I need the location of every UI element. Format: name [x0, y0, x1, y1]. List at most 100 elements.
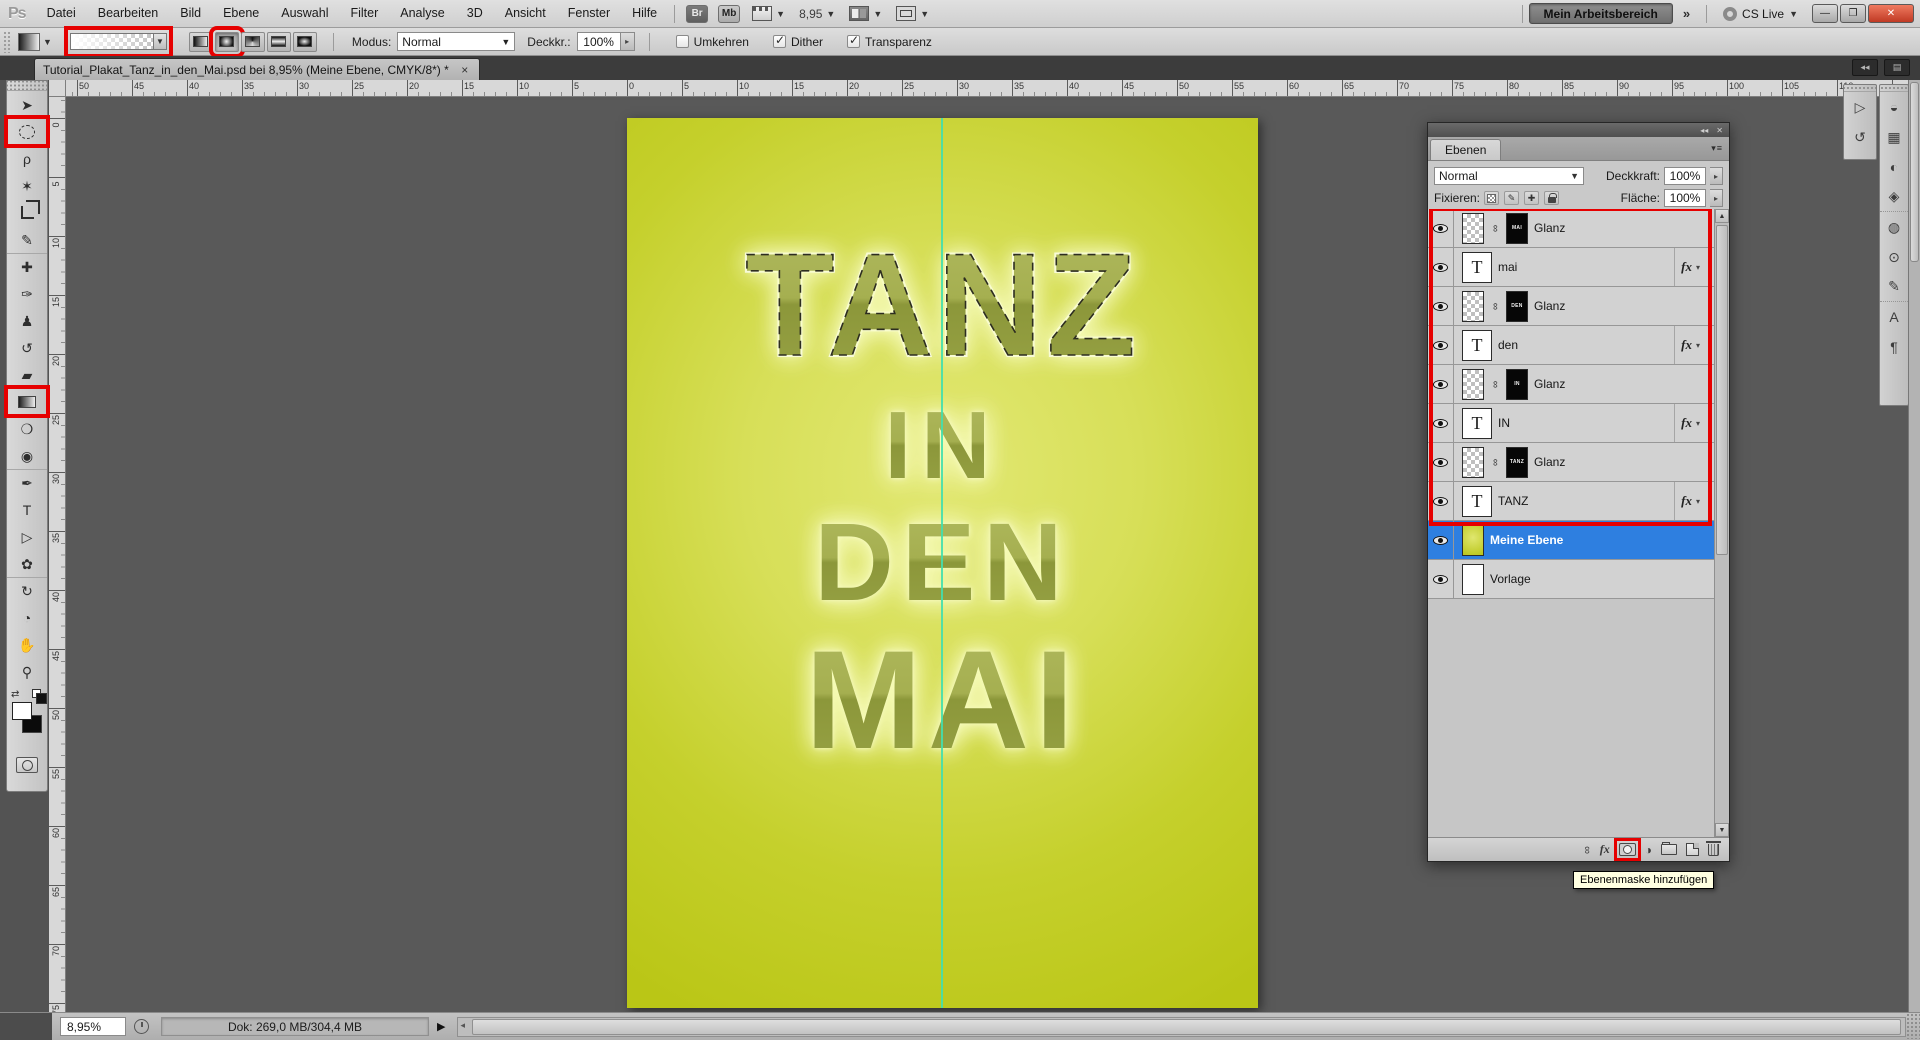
- close-button[interactable]: ✕: [1868, 4, 1914, 23]
- layer-style-indicator[interactable]: fx▾: [1674, 326, 1700, 364]
- workspace-button[interactable]: Mein Arbeitsbereich: [1529, 3, 1673, 24]
- new-group-button[interactable]: [1661, 844, 1677, 855]
- scrollbar-thumb[interactable]: [1910, 82, 1919, 262]
- layer-fill-input[interactable]: 100%: [1664, 189, 1706, 207]
- grip-handle[interactable]: [1844, 85, 1876, 92]
- layer-row-den[interactable]: Tdenfx▾: [1428, 326, 1714, 365]
- elliptical-marquee-tool[interactable]: [7, 118, 47, 145]
- layer-opacity-input[interactable]: 100%: [1664, 167, 1706, 185]
- layer-style-indicator[interactable]: fx▾: [1674, 404, 1700, 442]
- actions-panel-icon[interactable]: ▷: [1844, 92, 1876, 122]
- character-panel-icon[interactable]: A: [1880, 302, 1908, 332]
- layer-style-indicator[interactable]: fx▾: [1674, 248, 1700, 286]
- text-layer-thumbnail[interactable]: T: [1462, 408, 1492, 439]
- layer-row-mai[interactable]: Tmaifx▾: [1428, 248, 1714, 287]
- adjustments-panel-icon[interactable]: ◐: [1880, 152, 1908, 182]
- screen-mode-button[interactable]: ▼: [896, 6, 929, 21]
- quick-selection-tool[interactable]: ✶: [7, 172, 47, 199]
- lasso-tool[interactable]: ρ: [7, 145, 47, 172]
- blend-mode-select[interactable]: Normal ▼: [397, 32, 515, 51]
- link-layers-button[interactable]: ∞: [1578, 846, 1596, 854]
- visibility-toggle[interactable]: [1428, 521, 1454, 559]
- layer-row-glanz[interactable]: ∞MAIGlanz: [1428, 209, 1714, 248]
- tool-preset-picker[interactable]: ▼: [18, 33, 52, 51]
- quick-mask-button[interactable]: [16, 757, 38, 773]
- visibility-toggle[interactable]: [1428, 326, 1454, 364]
- text-layer-thumbnail[interactable]: T: [1462, 486, 1492, 517]
- layer-thumbnail[interactable]: [1462, 525, 1484, 556]
- move-tool[interactable]: ➤: [7, 91, 47, 118]
- view-extras-button[interactable]: ▼: [752, 6, 785, 21]
- visibility-toggle[interactable]: [1428, 443, 1454, 481]
- opacity-slider-button[interactable]: ▸: [621, 32, 635, 51]
- vertical-scrollbar[interactable]: [1908, 80, 1920, 1012]
- menu-auswahl[interactable]: Auswahl: [270, 0, 339, 27]
- eyedropper-tool[interactable]: ✎: [7, 226, 47, 253]
- delete-layer-button[interactable]: [1708, 844, 1719, 856]
- lock-pixels-button[interactable]: ✎: [1504, 191, 1519, 205]
- default-colors-icon[interactable]: [32, 689, 41, 698]
- close-panel-icon[interactable]: ✕: [1716, 126, 1723, 135]
- new-layer-button[interactable]: [1686, 843, 1699, 856]
- cs-live-dropdown[interactable]: CS Live ▼: [1723, 7, 1798, 21]
- visibility-toggle[interactable]: [1428, 404, 1454, 442]
- layer-style-indicator[interactable]: fx▾: [1674, 482, 1700, 520]
- grip-handle[interactable]: [1880, 85, 1908, 92]
- radial-gradient-button[interactable]: [215, 32, 239, 52]
- styles-panel-icon[interactable]: ◈: [1880, 182, 1908, 212]
- checkbox-box[interactable]: [847, 35, 860, 48]
- layer-mask-thumbnail[interactable]: IN: [1506, 369, 1528, 400]
- gradient-tool[interactable]: [7, 388, 47, 415]
- dodge-tool[interactable]: ◉: [7, 442, 47, 469]
- checkbox-dither[interactable]: Dither: [773, 35, 823, 49]
- layer-mask-thumbnail[interactable]: MAI: [1506, 213, 1528, 244]
- menu-bild[interactable]: Bild: [169, 0, 212, 27]
- eraser-tool[interactable]: ▰: [7, 361, 47, 388]
- visibility-toggle[interactable]: [1428, 365, 1454, 403]
- lock-all-button[interactable]: [1544, 191, 1559, 205]
- menu-3d[interactable]: 3D: [456, 0, 494, 27]
- checkbox-umkehren[interactable]: Umkehren: [676, 35, 749, 49]
- visibility-toggle[interactable]: [1428, 560, 1454, 598]
- path-selection-tool[interactable]: ▷: [7, 523, 47, 550]
- clone-stamp-tool[interactable]: ♟: [7, 307, 47, 334]
- paths-panel-icon[interactable]: ✎: [1880, 272, 1908, 302]
- layer-style-button[interactable]: fx: [1600, 841, 1610, 859]
- text-layer-thumbnail[interactable]: T: [1462, 330, 1492, 361]
- checkbox-transparenz[interactable]: Transparenz: [847, 35, 932, 49]
- reflected-gradient-button[interactable]: [267, 32, 291, 52]
- 3d-orbit-tool[interactable]: ◔: [7, 604, 47, 631]
- swap-colors-icon[interactable]: ⇄: [11, 689, 19, 700]
- lock-transparency-button[interactable]: [1484, 191, 1499, 205]
- layer-row-tanz[interactable]: TTANZfx▾: [1428, 482, 1714, 521]
- horizontal-scrollbar[interactable]: ◂: [457, 1017, 1906, 1037]
- pen-tool[interactable]: ✒: [7, 469, 47, 496]
- scrollbar-thumb[interactable]: [472, 1019, 1901, 1035]
- paragraph-panel-icon[interactable]: ¶: [1880, 332, 1908, 362]
- zoom-percent-input[interactable]: 8,95%: [60, 1017, 126, 1036]
- horizontal-ruler[interactable]: 5045403530252015105051015202530354045505…: [66, 80, 1908, 97]
- gradient-preview[interactable]: [70, 33, 154, 50]
- tab-ebenen[interactable]: Ebenen: [1430, 139, 1501, 160]
- zoom-tool[interactable]: ⚲: [7, 658, 47, 685]
- visibility-toggle[interactable]: [1428, 482, 1454, 520]
- swatches-panel-icon[interactable]: ▦: [1880, 122, 1908, 152]
- layer-row-glanz[interactable]: ∞TANZGlanz: [1428, 443, 1714, 482]
- menu-hilfe[interactable]: Hilfe: [621, 0, 668, 27]
- fill-slider-button[interactable]: ▸: [1710, 189, 1723, 207]
- layer-row-vorlage[interactable]: Vorlage: [1428, 560, 1714, 599]
- visibility-toggle[interactable]: [1428, 287, 1454, 325]
- menu-bearbeiten[interactable]: Bearbeiten: [87, 0, 169, 27]
- layers-scrollbar[interactable]: ▲ ▼: [1714, 209, 1729, 837]
- collapse-panel-icon[interactable]: ◂◂: [1700, 126, 1708, 135]
- checkbox-box[interactable]: [773, 35, 786, 48]
- color-panel-icon[interactable]: ◒: [1880, 92, 1908, 122]
- opacity-slider-button[interactable]: ▸: [1710, 167, 1723, 185]
- panel-options-button[interactable]: ▤: [1884, 59, 1910, 76]
- layer-thumbnail[interactable]: [1462, 369, 1484, 400]
- brush-tool[interactable]: ✑: [7, 280, 47, 307]
- 3d-rotate-tool[interactable]: ↻: [7, 577, 47, 604]
- menu-ebene[interactable]: Ebene: [212, 0, 270, 27]
- layer-row-glanz[interactable]: ∞INGlanz: [1428, 365, 1714, 404]
- layer-blend-mode-select[interactable]: Normal ▼: [1434, 167, 1584, 185]
